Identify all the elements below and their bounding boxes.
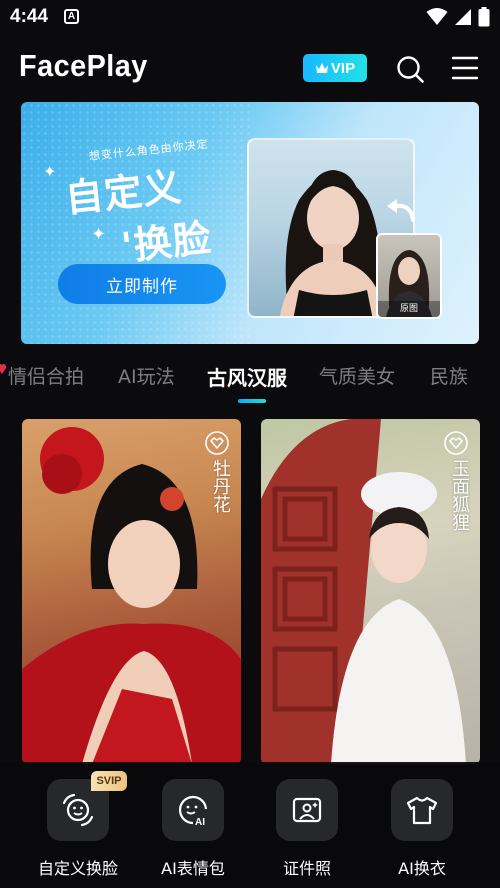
app-logo: FacePlay [19, 48, 148, 83]
tool-custom-face-swap[interactable]: 自定义换脸 [23, 779, 133, 879]
banner-title-line2: '换脸 [119, 215, 214, 269]
card-calligraphy: 玉面狐狸 [449, 459, 470, 531]
battery-icon [478, 7, 490, 27]
tab-ai-play[interactable]: AI玩法 [118, 362, 175, 389]
tool-label: 证件照 [282, 859, 331, 878]
original-label: 原图 [378, 301, 440, 317]
menu-icon[interactable] [452, 55, 478, 81]
crown-icon [315, 63, 328, 73]
active-tab-indicator [238, 399, 266, 403]
tool-icon-box: AI [162, 779, 224, 841]
tab-elegant-beauty[interactable]: 气质美女 [319, 362, 395, 389]
tool-icon-box [276, 779, 338, 841]
status-time: 4:44 [10, 6, 49, 27]
wifi-icon [426, 8, 448, 25]
tshirt-icon [406, 796, 438, 825]
tool-label: 自定义换脸 [37, 859, 118, 878]
id-photo-icon [292, 797, 322, 823]
svg-text:AI: AI [195, 817, 205, 827]
ai-emoji-icon: AI [178, 795, 208, 827]
tool-label: AI表情包 [161, 859, 225, 878]
svip-badge: SVIP [91, 771, 127, 791]
favorite-icon[interactable] [205, 431, 229, 455]
template-card[interactable]: 玉面狐狸 [261, 419, 480, 764]
tab-hanfu[interactable]: 古风汉服 [207, 362, 287, 391]
signal-icon [455, 9, 471, 25]
app-header: FacePlay VIP [0, 40, 500, 96]
sparkle-icon: ✦ [43, 162, 57, 181]
promo-banner[interactable]: ✦ 想变什么角色由你决定 自定义 ✦ '换脸 立即制作 原图 [21, 102, 479, 344]
tool-id-photo[interactable]: 证件照 [252, 779, 362, 879]
card-calligraphy: 牡丹花 [210, 459, 231, 513]
tab-couple[interactable]: 情侣合拍 [8, 362, 84, 389]
vip-button[interactable]: VIP [303, 54, 367, 82]
notification-icon: A [64, 9, 79, 24]
tool-ai-outfit[interactable]: AI换衣 [367, 779, 477, 879]
sparkle-icon: ✦ [91, 224, 107, 245]
tab-ethnic[interactable]: 民族 [430, 362, 468, 389]
heart-icon [0, 364, 6, 374]
search-icon[interactable] [396, 55, 424, 83]
tool-icon-box [391, 779, 453, 841]
template-card[interactable]: 牡丹花 [22, 419, 241, 764]
make-now-button[interactable]: 立即制作 [58, 264, 226, 304]
swap-arrow-icon [387, 199, 415, 222]
face-swap-icon [62, 793, 94, 827]
tool-label: AI换衣 [398, 859, 446, 878]
status-bar: 4:44 A [0, 0, 500, 34]
category-tabs: 情侣合拍 AI玩法 古风汉服 气质美女 民族 [0, 358, 500, 403]
tool-ai-emoji[interactable]: AI AI表情包 [138, 779, 248, 879]
vip-label: VIP [330, 59, 356, 77]
bottom-toolbar: 自定义换脸 SVIP AI AI表情包 证件照 AI换衣 [0, 762, 500, 888]
favorite-icon[interactable] [444, 431, 468, 455]
original-photo-thumbnail: 原图 [376, 233, 442, 319]
